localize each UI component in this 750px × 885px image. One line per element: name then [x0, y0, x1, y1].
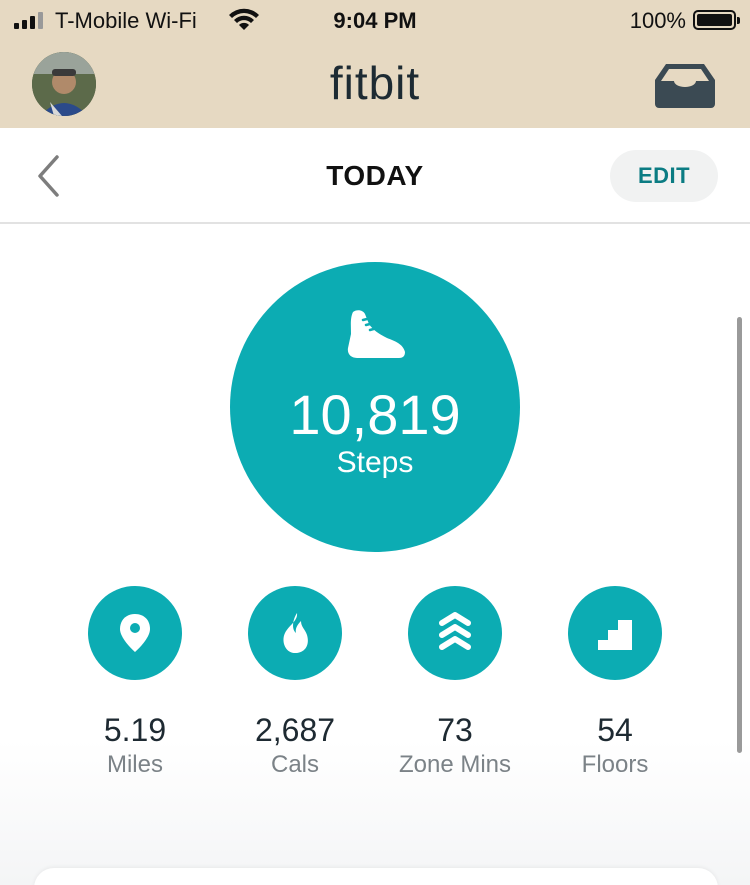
location-pin-icon	[88, 586, 182, 680]
battery-icon	[693, 10, 740, 30]
battery-percent: 100%	[629, 8, 686, 33]
edit-button[interactable]: EDIT	[610, 150, 718, 202]
zone-minutes-label: Zone Mins	[398, 751, 512, 778]
miles-label: Miles	[106, 751, 163, 778]
nav-bar: TODAY EDIT	[0, 128, 750, 224]
inbox-tray-icon[interactable]	[654, 62, 716, 108]
miles-value: 5.19	[103, 712, 167, 748]
floors-value: 54	[597, 712, 633, 748]
stairs-icon	[568, 586, 662, 680]
steps-count: 10,819	[289, 383, 461, 446]
floors-tile[interactable]: 54 Floors	[540, 586, 690, 779]
flame-icon	[248, 586, 342, 680]
floors-label: Floors	[581, 751, 649, 778]
shoe-icon	[347, 310, 405, 358]
calories-tile[interactable]: 2,687 Cals	[220, 586, 370, 779]
scrollbar[interactable]	[737, 317, 742, 753]
zone-minutes-value: 73	[437, 712, 473, 748]
chevrons-up-icon	[408, 586, 502, 680]
calories-label: Cals	[270, 751, 319, 778]
zone-minutes-tile[interactable]: 73 Zone Mins	[380, 586, 530, 779]
fitbit-logo: fitbit	[329, 57, 421, 109]
app-header: T-Mobile Wi-Fi 9:04 PM 100% fitbit	[0, 0, 750, 128]
next-card[interactable]	[34, 868, 718, 885]
calories-value: 2,687	[254, 712, 336, 748]
miles-tile[interactable]: 5.19 Miles	[60, 586, 210, 779]
steps-label: Steps	[336, 446, 414, 479]
status-bar: T-Mobile Wi-Fi 9:04 PM 100%	[0, 0, 750, 42]
